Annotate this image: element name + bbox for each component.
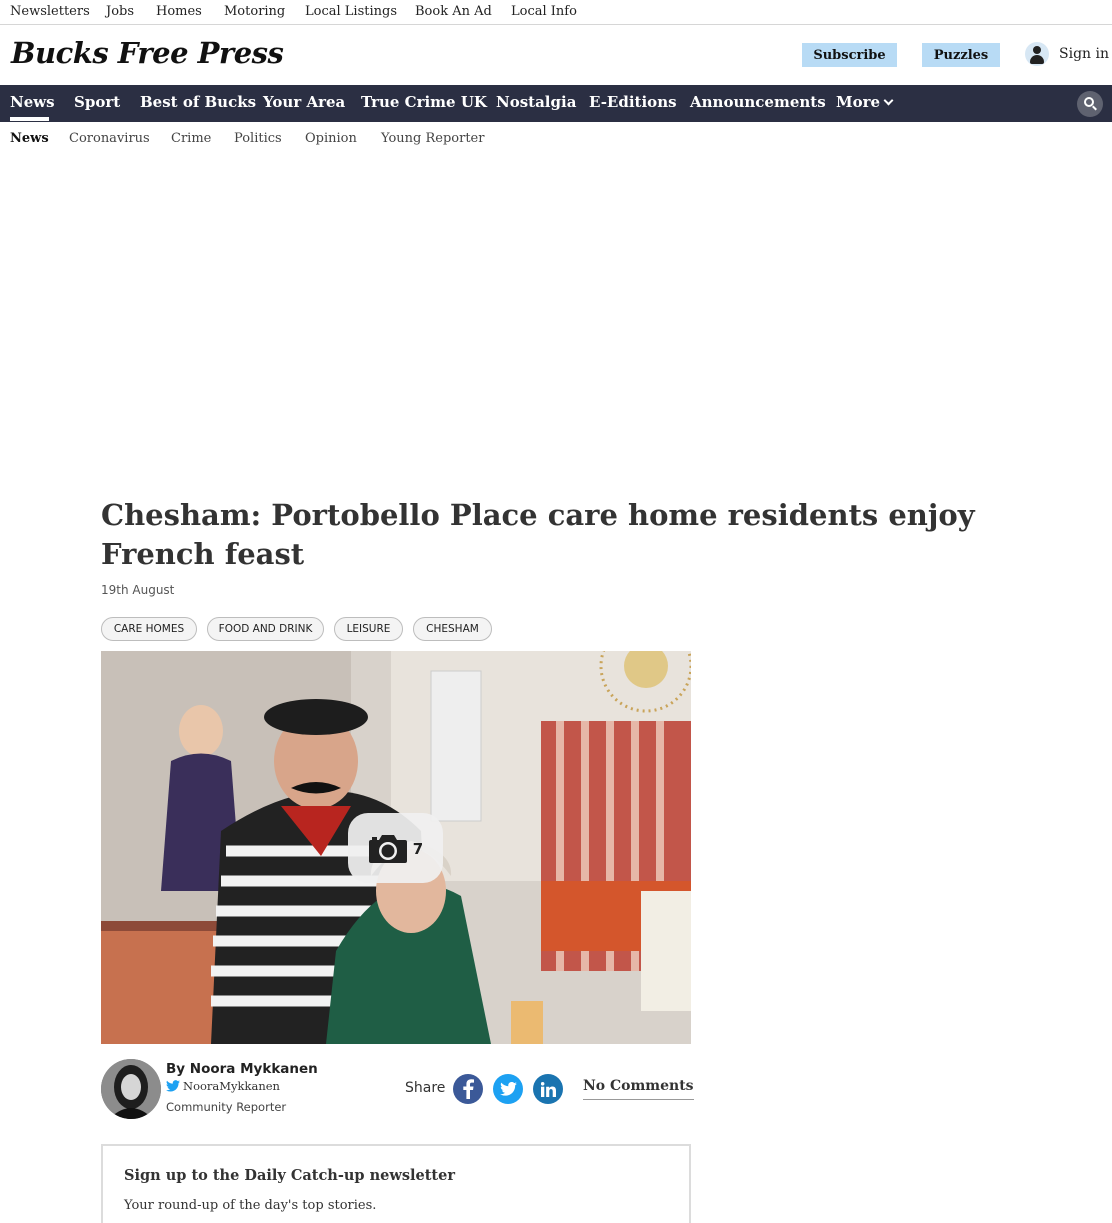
utility-link-newsletters[interactable]: Newsletters xyxy=(10,4,90,19)
subnav-item-opinion[interactable]: Opinion xyxy=(305,131,357,146)
tag-care-homes[interactable]: CARE HOMES xyxy=(101,617,197,641)
user-account-icon[interactable] xyxy=(1025,42,1049,66)
utility-link-local-listings[interactable]: Local Listings xyxy=(305,4,397,19)
tag-leisure[interactable]: LEISURE xyxy=(334,617,403,641)
author-name[interactable]: By Noora Mykkanen xyxy=(166,1061,318,1077)
utility-link-local-info[interactable]: Local Info xyxy=(511,4,577,19)
share-label: Share xyxy=(405,1080,446,1096)
author-role: Community Reporter xyxy=(166,1100,287,1114)
linkedin-share-icon[interactable] xyxy=(533,1074,563,1104)
nav-item-sport[interactable]: Sport xyxy=(74,93,120,111)
twitter-share-icon[interactable] xyxy=(493,1074,523,1104)
newsletter-signup-box: Sign up to the Daily Catch-up newsletter… xyxy=(101,1144,691,1223)
search-icon[interactable] xyxy=(1077,91,1103,117)
nav-item-more-label: More xyxy=(836,93,881,111)
twitter-bird-icon xyxy=(166,1080,180,1092)
camera-icon xyxy=(368,835,407,863)
masthead: Bucks Free Press Subscribe Puzzles Sign … xyxy=(0,25,1112,85)
main-nav: News Sport Best of Bucks Your Area True … xyxy=(0,85,1112,122)
subnav-item-news[interactable]: News xyxy=(10,131,49,146)
author-avatar[interactable] xyxy=(101,1059,161,1119)
subnav-item-coronavirus[interactable]: Coronavirus xyxy=(69,131,150,146)
utility-link-book-an-ad[interactable]: Book An Ad xyxy=(415,4,492,19)
nav-item-nostalgia[interactable]: Nostalgia xyxy=(496,93,576,111)
utility-nav: Newsletters Jobs Homes Motoring Local Li… xyxy=(0,0,1112,25)
subnav-item-politics[interactable]: Politics xyxy=(234,131,282,146)
utility-link-motoring[interactable]: Motoring xyxy=(224,4,285,19)
gallery-count: 7 xyxy=(412,840,424,858)
photo-gallery-button[interactable]: 7 xyxy=(348,813,443,883)
article-hero-image[interactable]: 7 xyxy=(101,651,691,1044)
nav-item-announcements[interactable]: Announcements xyxy=(690,93,826,111)
nav-item-true-crime-uk[interactable]: True Crime UK xyxy=(361,93,487,111)
nav-item-e-editions[interactable]: E-Editions xyxy=(589,93,677,111)
article-date: 19th August xyxy=(101,583,175,597)
chevron-down-icon xyxy=(883,95,894,106)
author-twitter[interactable]: NooraMykkanen xyxy=(166,1079,280,1093)
utility-link-homes[interactable]: Homes xyxy=(156,4,202,19)
nav-active-indicator xyxy=(10,117,49,121)
site-logo[interactable]: Bucks Free Press xyxy=(11,36,284,70)
nav-item-best-of-bucks[interactable]: Best of Bucks xyxy=(140,93,256,111)
puzzles-button[interactable]: Puzzles xyxy=(922,43,1000,67)
sign-in-link[interactable]: Sign in xyxy=(1059,46,1109,62)
article-headline: Chesham: Portobello Place care home resi… xyxy=(101,498,975,571)
nav-item-more[interactable]: More xyxy=(836,93,894,111)
nav-item-your-area[interactable]: Your Area xyxy=(263,93,345,111)
tag-food-and-drink[interactable]: FOOD AND DRINK xyxy=(207,617,324,641)
newsletter-description: Your round-up of the day's top stories. xyxy=(124,1198,377,1213)
tag-chesham[interactable]: CHESHAM xyxy=(413,617,492,641)
facebook-share-icon[interactable] xyxy=(453,1074,483,1104)
subnav-item-young-reporter[interactable]: Young Reporter xyxy=(381,131,484,146)
nav-item-news[interactable]: News xyxy=(10,93,55,111)
subscribe-button[interactable]: Subscribe xyxy=(802,43,897,67)
twitter-handle-text: NooraMykkanen xyxy=(183,1079,280,1093)
utility-link-jobs[interactable]: Jobs xyxy=(106,4,134,19)
comments-link[interactable]: No Comments xyxy=(583,1078,694,1100)
newsletter-title: Sign up to the Daily Catch-up newsletter xyxy=(124,1167,455,1184)
subnav-item-crime[interactable]: Crime xyxy=(171,131,211,146)
